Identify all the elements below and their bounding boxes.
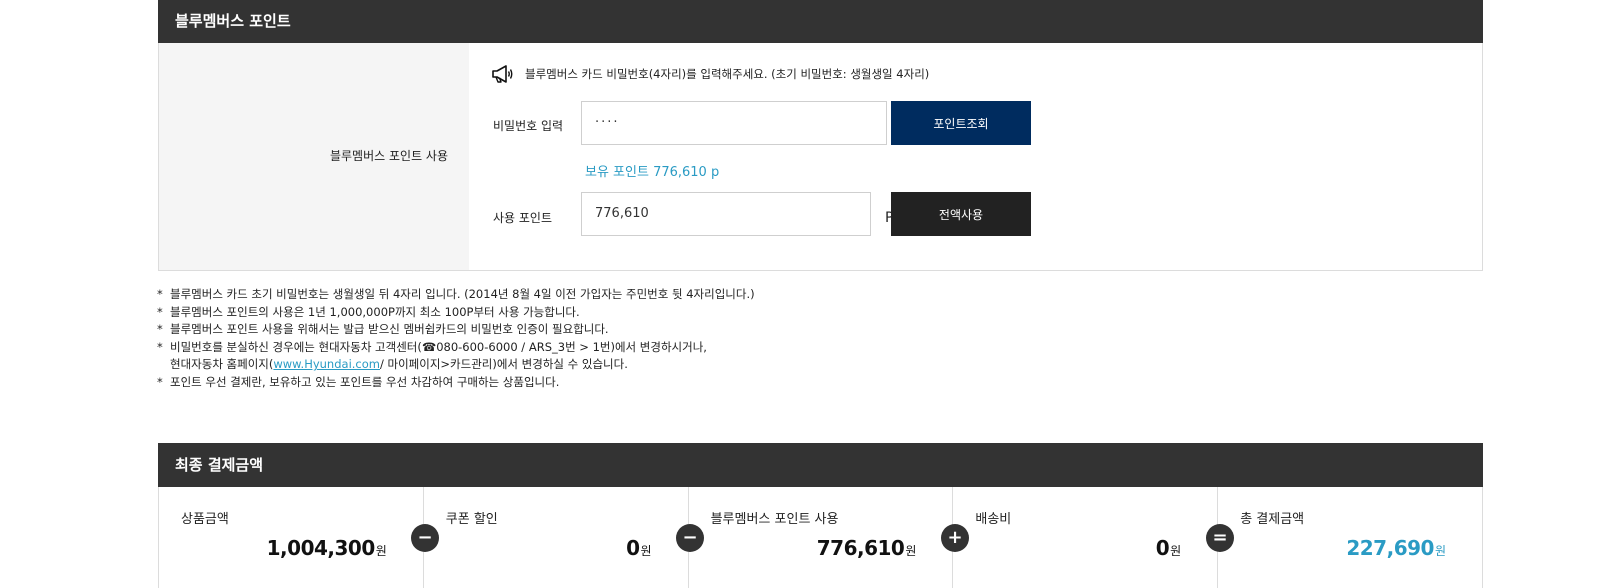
plus-icon: + bbox=[941, 524, 969, 552]
points-section-title: 블루멤버스 포인트 bbox=[158, 0, 1483, 43]
summary-product-amount: 상품금액 1,004,300원 bbox=[159, 487, 424, 588]
equals-icon: = bbox=[1206, 524, 1234, 552]
password-input[interactable]: ···· bbox=[581, 101, 887, 145]
points-label-column: 블루멤버스 포인트 사용 bbox=[159, 43, 469, 270]
summary-total-payment: 총 결제금액 227,690원 bbox=[1240, 512, 1446, 560]
points-form: 블루멤버스 카드 비밀번호(4자리)를 입력해주세요. (초기 비밀번호: 생월… bbox=[469, 43, 1482, 270]
minus-icon: − bbox=[676, 524, 704, 552]
note-item: * 블루멤버스 포인트 사용을 위해서는 발급 받으신 멤버쉽카드의 비밀번호 인… bbox=[157, 322, 609, 337]
note-item: * 블루멤버스 포인트의 사용은 1년 1,000,000P까지 최소 100P부… bbox=[157, 304, 580, 319]
use-points-input[interactable]: 776,610 bbox=[581, 192, 871, 236]
password-label: 비밀번호 입력 bbox=[493, 119, 564, 133]
payment-summary: 상품금액 1,004,300원 쿠폰 할인 0원 블루멤버스 포인트 사용 77… bbox=[158, 487, 1483, 588]
payment-section-title: 최종 결제금액 bbox=[158, 443, 1483, 487]
summary-shipping-fee: 배송비 0원 bbox=[953, 487, 1219, 588]
note-item: * 포인트 우선 결제란, 보유하고 있는 포인트를 우선 차감하여 구매하는 상… bbox=[157, 374, 560, 389]
points-notes: * 블루멤버스 카드 초기 비밀번호는 생월생일 뒤 4자리 입니다. (2014… bbox=[157, 286, 755, 392]
password-notice: 블루멤버스 카드 비밀번호(4자리)를 입력해주세요. (초기 비밀번호: 생월… bbox=[491, 65, 929, 83]
summary-points-used: 블루멤버스 포인트 사용 776,610원 bbox=[689, 487, 954, 588]
note-item: * 블루멤버스 카드 초기 비밀번호는 생월생일 뒤 4자리 입니다. (2014… bbox=[157, 287, 755, 301]
hyundai-link[interactable]: www.Hyundai.com bbox=[273, 356, 380, 374]
owned-points: 보유 포인트 776,610 p bbox=[585, 165, 720, 180]
points-use-label: 블루멤버스 포인트 사용 bbox=[329, 149, 448, 163]
points-panel: 블루멤버스 포인트 사용 블루멤버스 카드 비밀번호(4자리)를 입력해주세요.… bbox=[158, 43, 1483, 271]
note-item-continued: 현대자동차 홈페이지(www.Hyundai.com / 마이페이지>카드관리)… bbox=[157, 356, 755, 374]
summary-coupon-discount: 쿠폰 할인 0원 bbox=[424, 487, 689, 588]
note-item: * 비밀번호를 분실하신 경우에는 현대자동차 고객센터(☎080-600-600… bbox=[157, 339, 707, 354]
megaphone-icon bbox=[492, 65, 513, 83]
notice-text: 블루멤버스 카드 비밀번호(4자리)를 입력해주세요. (초기 비밀번호: 생월… bbox=[525, 67, 930, 81]
point-lookup-button[interactable]: 포인트조회 bbox=[891, 101, 1031, 145]
use-points-label: 사용 포인트 bbox=[493, 211, 553, 225]
minus-icon: − bbox=[411, 524, 439, 552]
use-all-button[interactable]: 전액사용 bbox=[891, 192, 1031, 236]
